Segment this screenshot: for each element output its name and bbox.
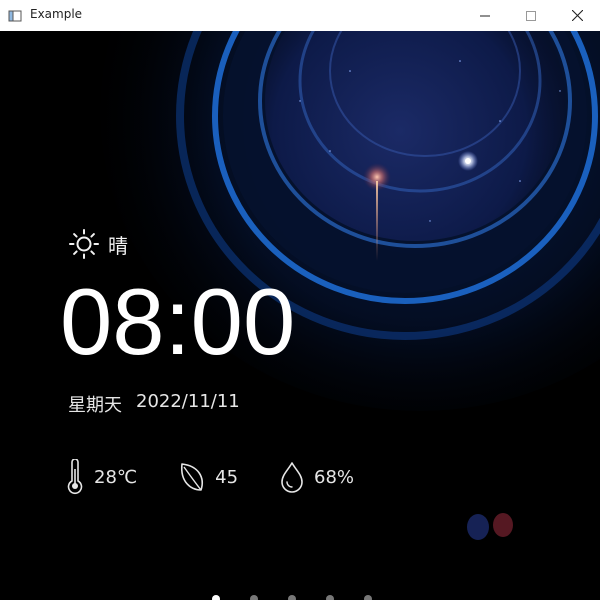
page-dot[interactable] (212, 595, 220, 600)
sun-icon (68, 228, 100, 260)
weather-condition: 晴 (108, 233, 128, 258)
minimize-button[interactable] (462, 0, 508, 31)
maximize-button[interactable] (508, 0, 554, 31)
air-quality-value: 45 (215, 466, 239, 488)
thermometer-icon (64, 459, 86, 495)
page-dot[interactable] (326, 595, 334, 600)
air-quality-stat: 45 (177, 460, 238, 494)
close-button[interactable] (554, 0, 600, 31)
page-indicator (212, 595, 372, 600)
maximize-icon (526, 10, 536, 21)
title-bar[interactable]: Example (0, 0, 600, 31)
temperature-value: 28℃ (94, 466, 138, 488)
humidity-value: 68% (314, 466, 355, 488)
weekday-label: 星期天 (68, 395, 122, 416)
weather-row: 晴 (68, 229, 128, 259)
clock-screen: 晴 08:00 星期天 2022/11/11 28℃ 45 68% (0, 31, 600, 600)
clock-time: 08:00 (60, 269, 296, 374)
close-icon (571, 10, 583, 21)
app-window: Example 晴 08:00 星期天 2022/11/11 28℃ 45 68… (0, 0, 600, 600)
date-row: 星期天 2022/11/11 (68, 391, 240, 417)
water-drop-icon (278, 460, 306, 494)
date-label: 2022/11/11 (136, 391, 240, 412)
minimize-icon (480, 11, 490, 21)
page-dot[interactable] (250, 595, 258, 600)
app-window-icon (8, 8, 22, 22)
humidity-stat: 68% (278, 460, 354, 494)
leaf-icon (177, 460, 207, 494)
window-title: Example (30, 7, 83, 21)
stats-row: 28℃ 45 68% (64, 457, 394, 497)
page-dot[interactable] (288, 595, 296, 600)
temperature-stat: 28℃ (64, 459, 137, 495)
page-dot[interactable] (364, 595, 372, 600)
